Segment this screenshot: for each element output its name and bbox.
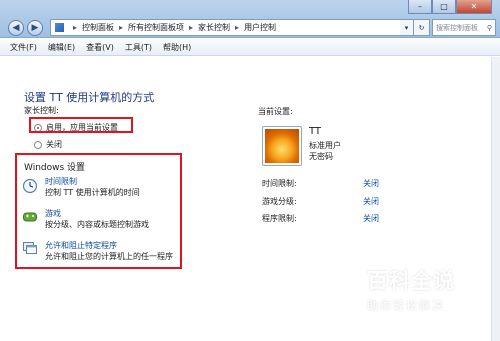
flower-icon [265, 129, 299, 163]
search-placeholder: 搜索控制面板 [436, 23, 478, 32]
chevron-down-icon: ▾ [404, 23, 409, 32]
games-link[interactable]: 游戏 [45, 208, 61, 219]
radio-off[interactable]: 关闭 [34, 139, 62, 150]
refresh-button[interactable]: ↻ [414, 19, 430, 36]
search-icon: ⚲ [486, 23, 492, 32]
minimize-icon: – [418, 2, 422, 11]
maximize-button[interactable]: □ [432, 0, 456, 14]
refresh-icon: ↻ [418, 23, 425, 32]
breadcrumb-chevron-icon: ▸ [235, 23, 240, 32]
forward-arrow-icon: ▶ [31, 23, 39, 33]
minimize-button[interactable]: – [408, 0, 432, 14]
breadcrumb-item[interactable]: 家长控制 [198, 22, 230, 33]
menu-view[interactable]: 查看(V) [86, 42, 114, 53]
user-password-status: 无密码 [309, 152, 333, 161]
program-icon [23, 242, 37, 254]
page-title: 设置 TT 使用计算机的方式 [24, 91, 155, 104]
window-controls: – □ ✕ [408, 0, 492, 14]
game-icon [23, 212, 37, 222]
highlight-box-enable [29, 117, 133, 133]
address-dropdown-button[interactable]: ▾ [400, 19, 414, 36]
radio-off-label: 关闭 [46, 140, 62, 149]
current-settings-heading: 当前设置: [258, 107, 293, 116]
menu-bar: 文件(F) 编辑(E) 查看(V) 工具(T) 帮助(H) [0, 39, 500, 56]
clock-icon [22, 178, 38, 194]
setting-label: 游戏分级: [262, 197, 297, 206]
menu-file[interactable]: 文件(F) [10, 42, 37, 53]
allow-block-programs-desc: 允许和阻止您的计算机上的任一程序 [45, 252, 173, 261]
allow-block-programs-link[interactable]: 允许和阻止特定程序 [45, 240, 117, 251]
setting-value-link[interactable]: 关闭 [363, 196, 379, 207]
games-desc: 按分级、内容或标题控制游戏 [45, 220, 149, 229]
menu-tools[interactable]: 工具(T) [125, 42, 152, 53]
watermark-subtitle: 助你轻松解决 [367, 299, 445, 312]
address-bar[interactable]: ▸ 控制面板 ▸ 所有控制面板项 ▸ 家长控制 ▸ 用户控制 [50, 19, 414, 36]
maximize-icon: □ [440, 2, 448, 11]
radio-unselected-icon [34, 140, 42, 149]
user-name: TT [309, 126, 322, 137]
close-button[interactable]: ✕ [456, 0, 492, 14]
breadcrumb-item[interactable]: 控制面板 [82, 22, 114, 33]
time-limit-link[interactable]: 时间限制 [45, 176, 77, 187]
setting-label: 程序限制: [262, 214, 297, 223]
setting-value-link[interactable]: 关闭 [363, 213, 379, 224]
close-icon: ✕ [470, 2, 478, 11]
breadcrumb-chevron-icon: ▸ [189, 23, 194, 32]
menu-edit[interactable]: 编辑(E) [48, 42, 75, 53]
back-button[interactable]: ◀ [8, 20, 24, 36]
user-type: 标准用户 [309, 141, 341, 150]
breadcrumb-item[interactable]: 用户控制 [244, 22, 276, 33]
time-limit-desc: 控制 TT 使用计算机的时间 [45, 188, 140, 197]
menu-help[interactable]: 帮助(H) [163, 42, 191, 53]
forward-button[interactable]: ▶ [27, 20, 43, 36]
windows-settings-heading: Windows 设置 [24, 163, 86, 173]
control-panel-icon [55, 23, 64, 32]
setting-label: 时间限制: [262, 179, 297, 188]
parental-control-label: 家长控制: [24, 106, 59, 115]
watermark-title: 百科全说 [367, 269, 455, 293]
breadcrumb-chevron-icon: ▸ [119, 23, 124, 32]
setting-value-link[interactable]: 关闭 [363, 178, 379, 189]
user-avatar [262, 126, 302, 166]
breadcrumb-chevron-icon: ▸ [73, 23, 78, 32]
vertical-scrollbar[interactable] [491, 57, 500, 341]
search-input[interactable]: 搜索控制面板 ⚲ [432, 19, 496, 36]
back-arrow-icon: ◀ [12, 23, 20, 33]
breadcrumb-item[interactable]: 所有控制面板项 [128, 22, 184, 33]
watermark: 百科全说 助你轻松解决 [367, 265, 455, 313]
